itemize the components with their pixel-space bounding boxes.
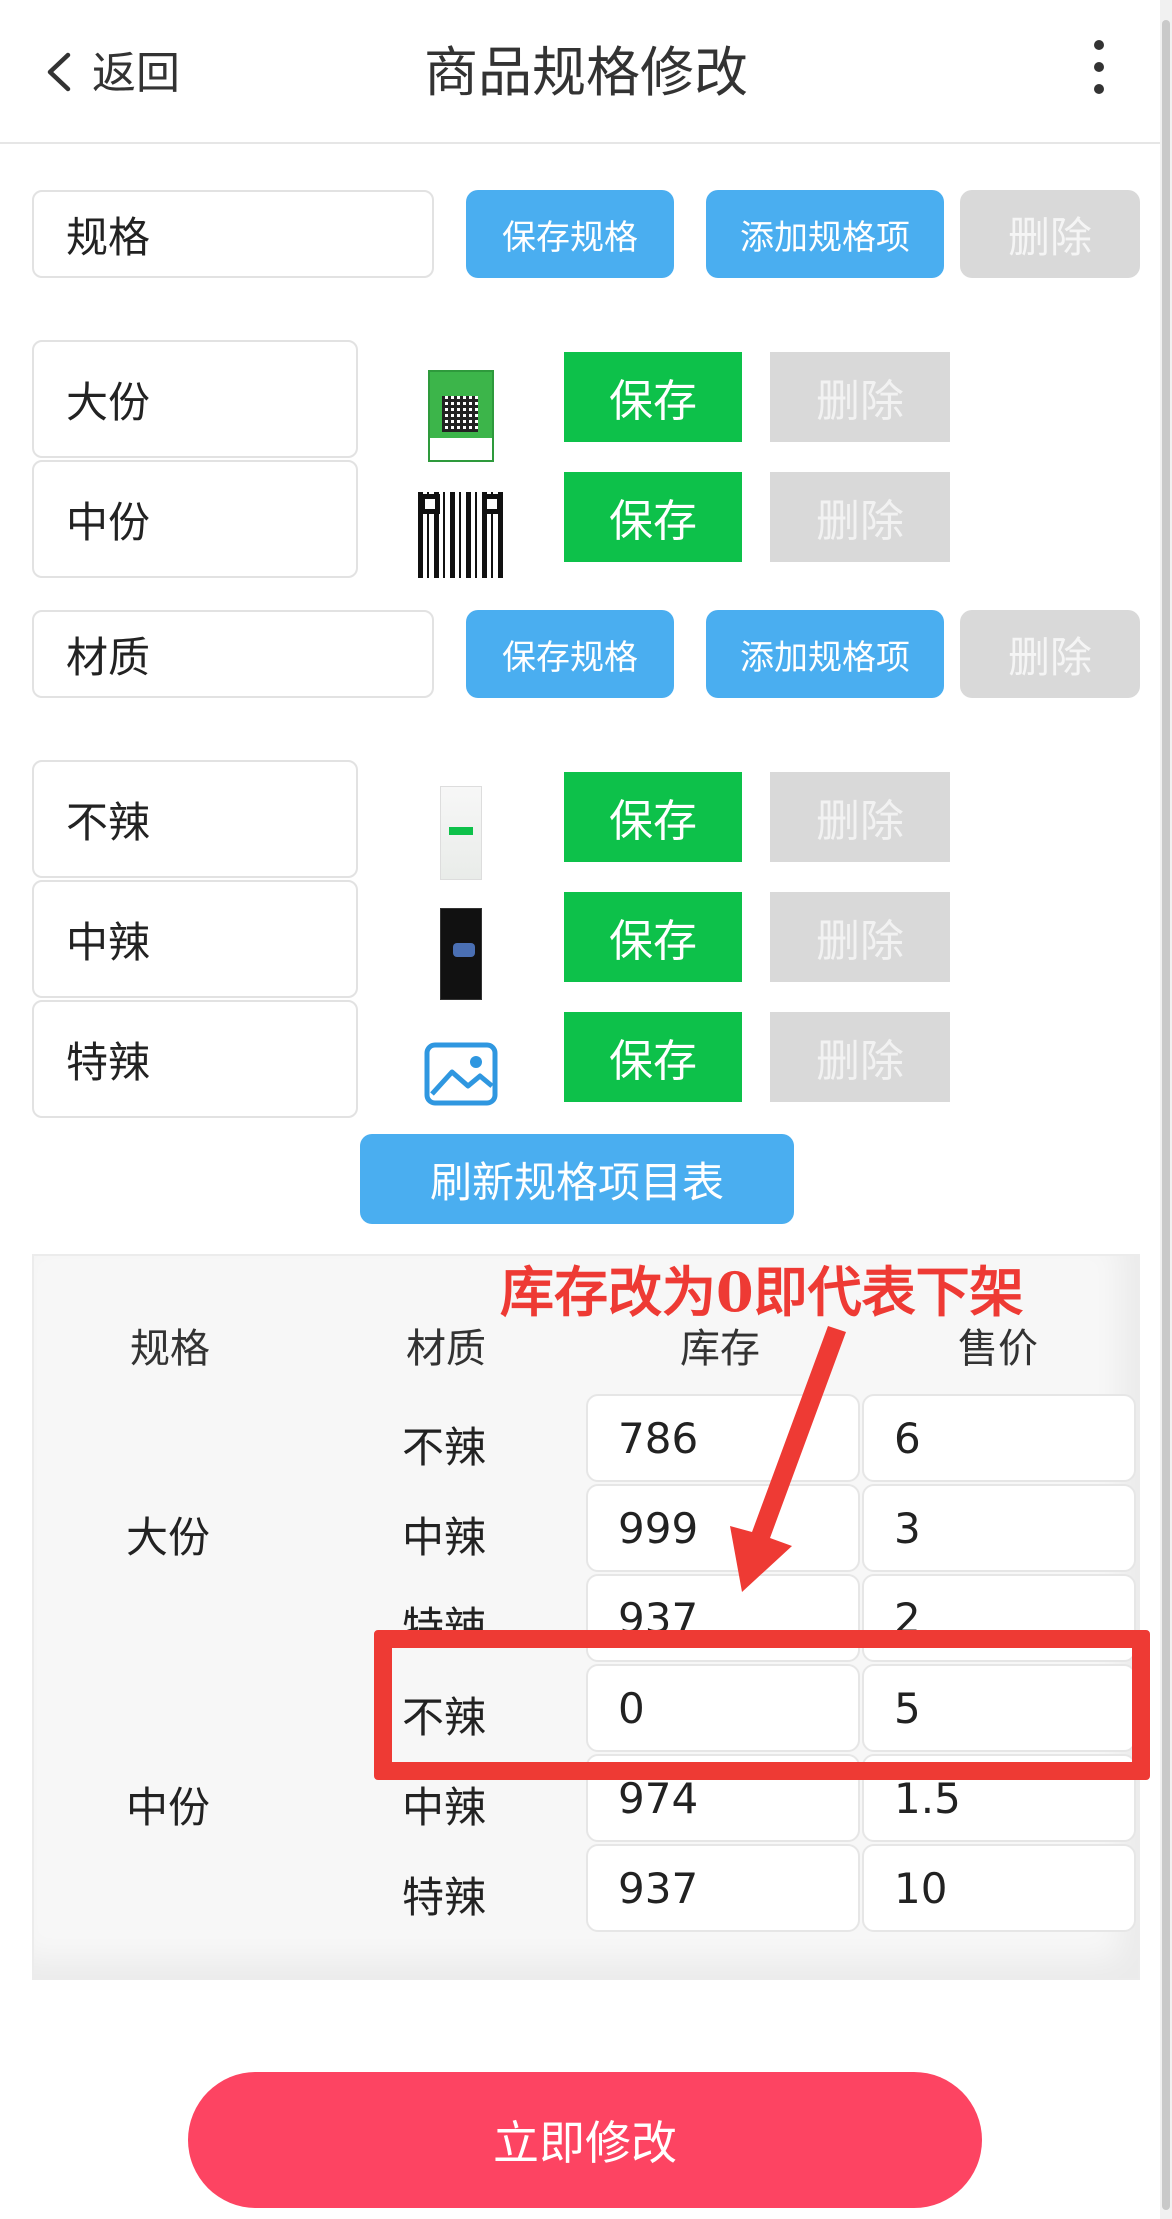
save-item-button[interactable]: 保存 <box>564 472 742 562</box>
refresh-spec-table-button[interactable]: 刷新规格项目表 <box>360 1134 794 1224</box>
image-placeholder-icon[interactable] <box>424 1042 498 1106</box>
annotation-text: 库存改为0即代表下架 <box>500 1260 1024 1324</box>
delete-item-button[interactable]: 删除 <box>770 892 950 982</box>
spec-name-input[interactable]: 规格 <box>32 190 434 278</box>
spec-item-input[interactable]: 中份 <box>32 460 358 578</box>
save-item-button[interactable]: 保存 <box>564 1012 742 1102</box>
table-material-cell: 中辣 <box>402 1513 487 1562</box>
more-options-icon[interactable] <box>1086 40 1112 104</box>
delete-item-button[interactable]: 删除 <box>770 1012 950 1102</box>
table-material-cell: 不辣 <box>402 1423 487 1472</box>
delete-spec-button[interactable]: 删除 <box>960 190 1140 278</box>
table-spec-cell: 大份 <box>126 1513 211 1562</box>
table-header-spec: 规格 <box>130 1326 210 1372</box>
price-input[interactable]: 6 <box>862 1394 1136 1482</box>
submit-button[interactable]: 立即修改 <box>188 2072 982 2208</box>
save-spec-button[interactable]: 保存规格 <box>466 190 674 278</box>
spec-item-input[interactable]: 中辣 <box>32 880 358 998</box>
save-item-button[interactable]: 保存 <box>564 892 742 982</box>
delete-item-button[interactable]: 删除 <box>770 352 950 442</box>
save-item-button[interactable]: 保存 <box>564 772 742 862</box>
add-spec-item-button[interactable]: 添加规格项 <box>706 190 944 278</box>
delete-spec-button[interactable]: 删除 <box>960 610 1140 698</box>
qr-code-image[interactable] <box>418 492 504 578</box>
save-spec-button[interactable]: 保存规格 <box>466 610 674 698</box>
highlight-box <box>374 1630 1150 1780</box>
dark-screenshot-image[interactable] <box>440 908 482 1000</box>
spec-item-input[interactable]: 大份 <box>32 340 358 458</box>
table-material-cell: 特辣 <box>402 1873 487 1922</box>
spec-name-input[interactable]: 材质 <box>32 610 434 698</box>
price-input[interactable]: 3 <box>862 1484 1136 1572</box>
wechat-pay-qr-image[interactable] <box>428 370 494 462</box>
page-title: 商品规格修改 <box>424 41 748 104</box>
spec-item-input[interactable]: 不辣 <box>32 760 358 878</box>
scrollbar-thumb[interactable] <box>1162 20 1170 2210</box>
add-spec-item-button[interactable]: 添加规格项 <box>706 610 944 698</box>
price-input[interactable]: 10 <box>862 1844 1136 1932</box>
delete-item-button[interactable]: 删除 <box>770 472 950 562</box>
light-screenshot-image[interactable] <box>440 786 482 880</box>
annotation-arrow-icon <box>730 1326 846 1592</box>
stock-input[interactable]: 937 <box>586 1844 860 1932</box>
table-material-cell: 中辣 <box>402 1783 487 1832</box>
table-spec-cell: 中份 <box>126 1783 211 1832</box>
save-item-button[interactable]: 保存 <box>564 352 742 442</box>
spec-item-input[interactable]: 特辣 <box>32 1000 358 1118</box>
delete-item-button[interactable]: 删除 <box>770 772 950 862</box>
